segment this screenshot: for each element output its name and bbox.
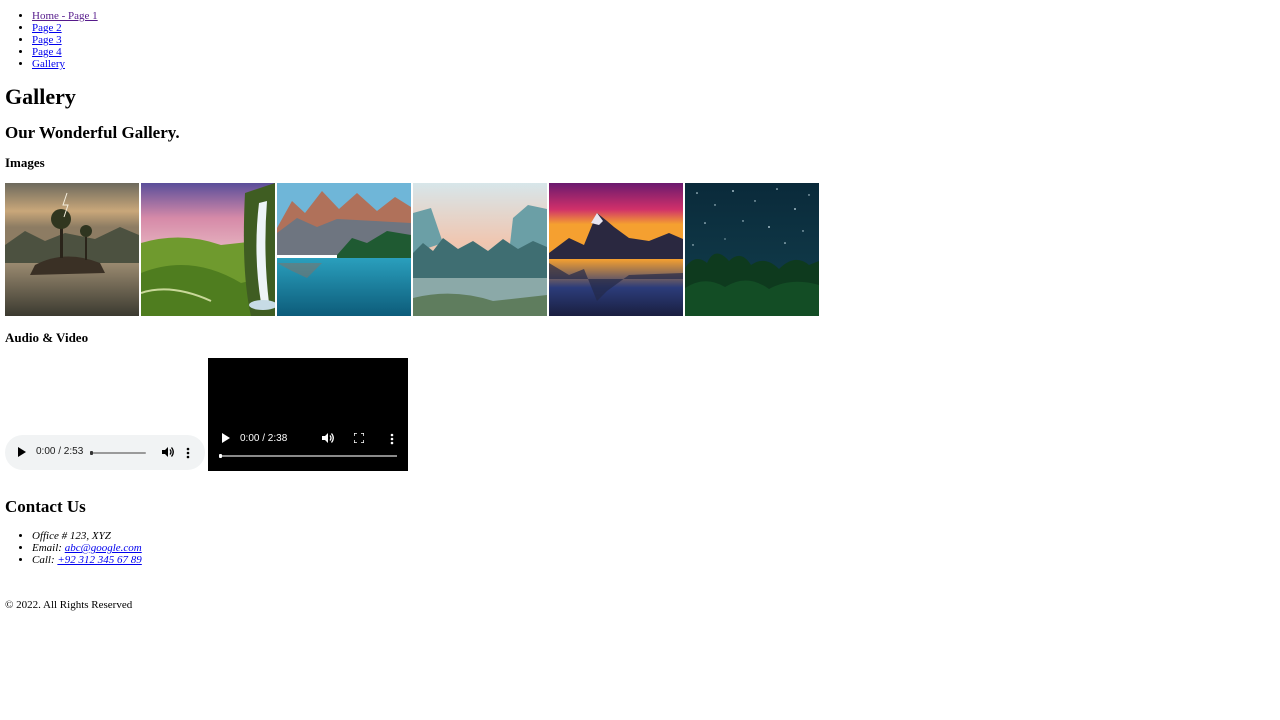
gallery-image-waterfall[interactable] — [141, 183, 275, 316]
contact-call-item: Call: +92 312 345 67 89 — [32, 554, 142, 566]
audio-more-options-icon[interactable] — [185, 446, 191, 460]
video-progress-bar[interactable] — [219, 454, 397, 458]
nav-item-home: Home - Page 1 — [32, 10, 98, 22]
gallery-image-starry-night[interactable] — [685, 183, 819, 316]
video-volume-icon[interactable] — [321, 432, 335, 444]
video-player[interactable]: 0:00 / 2:38 — [208, 358, 408, 471]
audio-volume-icon[interactable] — [161, 446, 175, 458]
audio-player[interactable]: 0:00 / 2:53 — [5, 435, 205, 470]
audio-time: 0:00 / 2:53 — [36, 446, 84, 457]
gallery-image-misty-valley[interactable] — [413, 183, 547, 316]
nav-item-page-4: Page 4 — [32, 46, 98, 58]
nav-link-page-3[interactable]: Page 3 — [32, 34, 62, 46]
nav-item-gallery: Gallery — [32, 58, 98, 70]
video-play-icon[interactable] — [222, 433, 230, 443]
footer-copyright: © 2022. All Rights Reserved — [5, 599, 133, 611]
contact-email-label: Email: — [32, 542, 65, 554]
audio-play-icon[interactable] — [18, 447, 26, 457]
nav-link-page-4[interactable]: Page 4 — [32, 46, 62, 58]
nav-link-home[interactable]: Home - Page 1 — [32, 10, 98, 22]
nav-menu: Home - Page 1 Page 2 Page 3 Page 4 Galle… — [32, 10, 98, 70]
contact-office: Office # 123, XYZ — [32, 530, 142, 542]
image-gallery — [5, 183, 819, 316]
nav-item-page-2: Page 2 — [32, 22, 98, 34]
video-time: 0:00 / 2:38 — [240, 433, 288, 444]
gallery-image-mountain-lake[interactable] — [277, 183, 411, 316]
page-subtitle: Our Wonderful Gallery. — [5, 123, 180, 142]
audio-progress-bar[interactable] — [90, 451, 146, 455]
contact-phone-link[interactable]: +92 312 345 67 89 — [57, 554, 141, 566]
video-fullscreen-icon[interactable] — [354, 433, 364, 443]
contact-list: Office # 123, XYZ Email: abc@google.com … — [32, 530, 142, 566]
contact-call-label: Call: — [32, 554, 58, 566]
page-title: Gallery — [5, 84, 76, 109]
nav-link-gallery[interactable]: Gallery — [32, 58, 65, 70]
contact-email-item: Email: abc@google.com — [32, 542, 142, 554]
contact-heading: Contact Us — [5, 497, 86, 516]
gallery-image-mountain-sunset[interactable] — [549, 183, 683, 316]
gallery-image-lone-tree[interactable] — [5, 183, 139, 316]
contact-email-link[interactable]: abc@google.com — [65, 542, 142, 554]
nav-item-page-3: Page 3 — [32, 34, 98, 46]
images-heading: Images — [5, 155, 45, 170]
nav-link-page-2[interactable]: Page 2 — [32, 22, 62, 34]
audio-video-heading: Audio & Video — [5, 330, 89, 345]
video-more-options-icon[interactable] — [389, 432, 395, 446]
